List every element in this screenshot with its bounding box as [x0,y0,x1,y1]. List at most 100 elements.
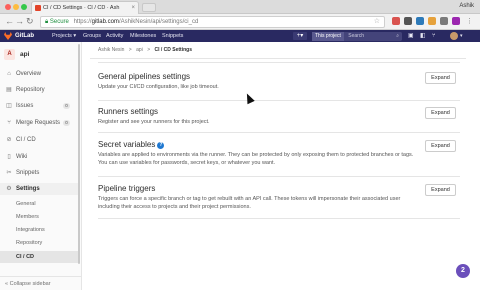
sidebar-item-ci-cd[interactable]: ⊘ CI / CD [0,134,80,146]
repository-icon: ▤ [6,87,12,93]
lock-icon: 🔒︎ [45,19,49,25]
search-input[interactable]: This project Search ⌕ [312,32,402,41]
breadcrumb: Ashik Nesin > api > CI / CD Settings [98,47,192,53]
project-name: api [20,51,30,58]
breadcrumb-item-user[interactable]: Ashik Nesin [98,47,124,53]
sidebar-subitem-members[interactable]: Members [0,211,80,223]
section-title: Secret variables [98,140,156,149]
window-maximize-button[interactable] [21,4,27,10]
sidebar-item-label: Wiki [16,154,28,160]
section-divider [98,176,460,177]
section-divider [98,62,460,63]
browser-menu-icon[interactable]: ⋮ [466,16,473,27]
window-minimize-button[interactable] [13,4,19,10]
settings-section-pipeline-triggers: Pipeline triggers Triggers can force a s… [98,184,460,219]
browser-tab-strip: CI / CD Settings · CI / CD · Ash × Ashik [0,0,480,14]
book-icon: ▯ [7,154,11,160]
help-notification-badge[interactable]: 2 [456,264,470,278]
user-avatar[interactable] [450,32,458,40]
breadcrumb-item-current[interactable]: CI / CD Settings [155,47,193,53]
gear-icon: ⚙ [6,186,12,192]
section-title-row: Secret variables? [98,140,460,150]
extension-icon[interactable] [440,17,448,25]
chevron-down-icon[interactable]: ▾ [460,32,463,40]
section-divider [98,218,460,219]
collapse-sidebar-button[interactable]: « Collapse sidebar [0,276,81,290]
gitlab-logo-icon[interactable] [4,32,12,40]
sidebar-item-label: Overview [16,71,42,77]
nav-groups[interactable]: Groups [83,30,101,42]
todos-icon[interactable]: ▣ [408,32,414,40]
section-divider [98,100,460,101]
sidebar-item-overview[interactable]: ⌂ Overview [0,68,80,80]
window-close-button[interactable] [5,4,11,10]
address-bar[interactable]: 🔒︎ Secure https://gitlab.com/AshikNesin/… [40,16,385,28]
section-title: General pipelines settings [98,72,191,81]
settings-section-general-pipelines: General pipelines settings Update your C… [98,72,460,101]
new-dropdown-button[interactable]: +▾ [293,32,307,40]
expand-button[interactable]: Expand [425,184,456,196]
expand-button[interactable]: Expand [425,72,456,84]
forward-arrow-icon[interactable]: → [15,16,24,27]
gitlab-brand[interactable]: GitLab [15,30,34,42]
breadcrumb-separator: > [128,47,132,53]
double-chevron-left-icon: « [5,281,9,287]
section-description: Variables are applied to environments vi… [98,152,414,166]
search-scope-badge: This project [312,32,344,41]
project-avatar: A [4,49,15,60]
scissors-icon: ✂ [6,170,12,176]
extension-icon[interactable] [428,17,436,25]
mouse-cursor-icon [243,91,255,105]
tab-close-icon[interactable]: × [131,2,135,14]
sidebar-subitem-general[interactable]: General [0,198,80,210]
breadcrumb-item-project[interactable]: api [136,47,143,53]
extension-icon[interactable] [452,17,460,25]
browser-tab[interactable]: CI / CD Settings · CI / CD · Ash × [31,1,139,14]
merge-requests-count-badge: 0 [63,120,70,126]
expand-button[interactable]: Expand [425,140,456,152]
sidebar-item-label: CI / CD [16,137,36,143]
issues-nav-icon[interactable]: ◧ [420,32,426,40]
nav-activity[interactable]: Activity [106,30,123,42]
back-arrow-icon[interactable]: ← [5,16,14,27]
section-title: Pipeline triggers [98,184,156,193]
sidebar-item-label: Settings [16,186,40,192]
bookmark-star-icon[interactable]: ☆ [374,17,380,27]
extension-icon[interactable] [404,17,412,25]
sidebar-item-wiki[interactable]: ▯ Wiki [0,151,80,163]
extension-icon[interactable] [392,17,400,25]
sidebar-scrollbar[interactable] [78,44,80,264]
sidebar-item-label: Repository [16,87,45,93]
gitlab-favicon-icon [35,5,41,11]
sidebar-item-label: Issues [16,103,34,109]
issues-icon: ◫ [6,103,12,109]
sidebar-item-snippets[interactable]: ✂ Snippets [0,167,80,179]
merge-requests-nav-icon[interactable]: ⑂ [432,32,436,40]
url-path: /AshikNesin/api/settings/ci_cd [118,19,199,25]
sidebar-item-merge-requests[interactable]: ⑂ Merge Requests 0 [0,117,80,129]
extension-icon[interactable] [416,17,424,25]
expand-button[interactable]: Expand [425,107,456,119]
reload-icon[interactable]: ↻ [26,16,34,27]
nav-projects[interactable]: Projects ▾ [52,30,76,42]
settings-section-runners: Runners settings Register and see your r… [98,107,460,133]
new-tab-button[interactable] [142,3,156,12]
nav-milestones[interactable]: Milestones [130,30,156,42]
question-mark-help-icon[interactable]: ? [157,142,165,149]
settings-section-secret-variables: Secret variables? Variables are applied … [98,140,460,177]
issues-count-badge: 0 [63,103,70,109]
sidebar-item-issues[interactable]: ◫ Issues 0 [0,100,80,112]
sidebar-subitem-ci-cd[interactable]: CI / CD [0,251,80,263]
gitlab-navbar: GitLab Projects ▾ Groups Activity Milest… [0,30,480,42]
browser-toolbar: ← → ↻ 🔒︎ Secure https://gitlab.com/Ashik… [0,14,480,30]
sidebar-subitem-repository[interactable]: Repository [0,237,80,249]
sidebar-item-settings[interactable]: ⚙ Settings [0,183,80,195]
sidebar-subitem-integrations[interactable]: Integrations [0,224,80,236]
section-description: Update your CI/CD configuration, like jo… [98,84,219,90]
browser-profile-name[interactable]: Ashik [459,0,474,13]
section-description: Register and see your runners for this p… [98,119,210,125]
nav-snippets[interactable]: Snippets [162,30,183,42]
sidebar-item-repository[interactable]: ▤ Repository [0,84,80,96]
sidebar-item-label: Merge Requests [16,120,61,126]
collapse-sidebar-label: Collapse sidebar [9,281,51,287]
